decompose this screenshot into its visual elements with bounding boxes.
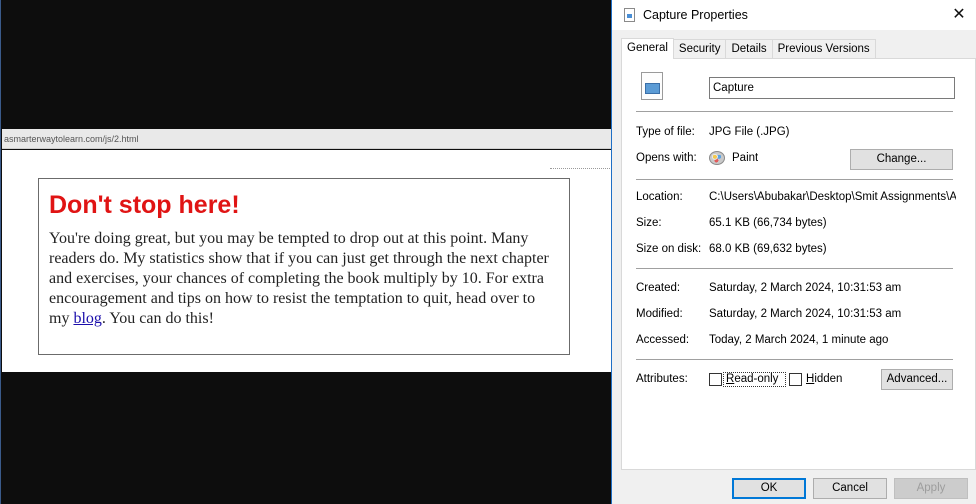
modified-label: Modified:: [636, 308, 683, 320]
properties-dialog: Capture Properties ✕ General Security De…: [611, 0, 976, 504]
accessed-value: Today, 2 March 2024, 1 minute ago: [709, 334, 889, 346]
tab-previous-versions[interactable]: Previous Versions: [771, 39, 876, 59]
readonly-label[interactable]: Read-only: [726, 373, 778, 385]
general-tab-panel: Type of file: JPG File (.JPG) Opens with…: [621, 58, 976, 470]
browser-window: asmarterwaytolearn.com/js/2.html Don't s…: [0, 0, 612, 504]
separator: [636, 268, 953, 269]
opens-with-value: Paint: [732, 152, 759, 164]
close-icon[interactable]: ✕: [946, 4, 972, 26]
advanced-button[interactable]: Advanced...: [881, 369, 953, 390]
attributes-label: Attributes:: [636, 373, 688, 385]
tab-general[interactable]: General: [621, 38, 674, 59]
created-value: Saturday, 2 March 2024, 10:31:53 am: [709, 282, 902, 294]
title-bar[interactable]: Capture Properties ✕: [612, 0, 976, 30]
web-page: Don't stop here! You're doing great, but…: [2, 150, 612, 372]
modified-value: Saturday, 2 March 2024, 10:31:53 am: [709, 308, 902, 320]
callout-box: Don't stop here! You're doing great, but…: [38, 178, 570, 355]
ok-button[interactable]: OK: [732, 478, 806, 499]
size-value: 65.1 KB (66,734 bytes): [709, 217, 827, 229]
callout-text-end: . You can do this!: [101, 310, 214, 327]
change-button[interactable]: Change...: [850, 149, 953, 170]
tab-security[interactable]: Security: [672, 39, 727, 59]
readonly-checkbox[interactable]: [709, 373, 722, 386]
paint-icon: [709, 151, 725, 165]
address-bar[interactable]: asmarterwaytolearn.com/js/2.html: [2, 129, 612, 149]
hidden-checkbox[interactable]: [789, 373, 802, 386]
location-label: Location:: [636, 191, 683, 203]
file-icon: [624, 8, 635, 22]
cancel-button[interactable]: Cancel: [813, 478, 887, 499]
dialog-title: Capture Properties: [643, 8, 748, 22]
file-name-input[interactable]: [709, 77, 955, 99]
tab-strip: General Security Details Previous Versio…: [621, 38, 876, 59]
accessed-label: Accessed:: [636, 334, 690, 346]
opens-with-label: Opens with:: [636, 152, 697, 164]
size-on-disk-label: Size on disk:: [636, 243, 702, 255]
callout-body: You're doing great, but you may be tempt…: [49, 229, 559, 329]
size-label: Size:: [636, 217, 662, 229]
separator: [636, 179, 953, 180]
separator: [636, 359, 953, 360]
type-value: JPG File (.JPG): [709, 126, 790, 138]
blog-link[interactable]: blog: [73, 310, 101, 327]
separator: [636, 111, 953, 112]
location-value: C:\Users\Abubakar\Desktop\Smit Assignmen…: [709, 191, 956, 203]
url-text: asmarterwaytolearn.com/js/2.html: [4, 134, 139, 144]
hidden-label[interactable]: Hidden: [806, 373, 842, 385]
tab-details[interactable]: Details: [725, 39, 773, 59]
apply-button[interactable]: Apply: [894, 478, 968, 499]
type-label: Type of file:: [636, 126, 695, 138]
callout-title: Don't stop here!: [49, 191, 240, 219]
created-label: Created:: [636, 282, 681, 294]
size-on-disk-value: 68.0 KB (69,632 bytes): [709, 243, 827, 255]
dotted-divider: [550, 168, 612, 169]
image-file-icon: [641, 72, 663, 100]
